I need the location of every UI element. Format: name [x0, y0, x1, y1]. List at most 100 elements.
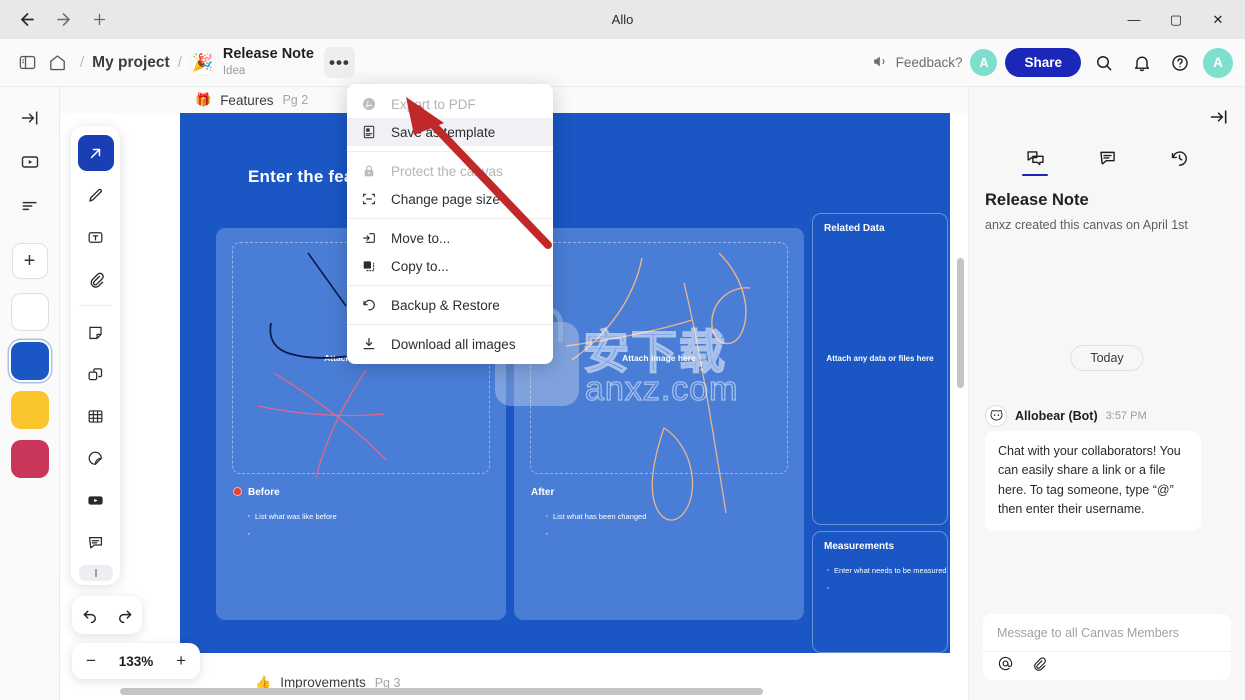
panel-toggle-icon[interactable] [12, 48, 42, 78]
related-data-heading[interactable]: Related Data [824, 223, 885, 234]
tool-panel-drag-handle[interactable] [78, 565, 113, 581]
page-title: Release Note [222, 46, 314, 63]
page-thumb-white[interactable] [10, 293, 49, 331]
search-icon[interactable] [1089, 48, 1119, 78]
close-button[interactable]: ✕ [1197, 1, 1239, 39]
menu-item-copy-to[interactable]: Copy to... [347, 252, 553, 280]
tab-comments[interactable] [1085, 140, 1129, 176]
cursor-arrow-icon[interactable] [77, 135, 114, 171]
zoom-level-label: 133% [118, 653, 154, 669]
shapes-icon[interactable] [78, 356, 114, 392]
header-actions: Feedback? A Share A [872, 47, 1233, 78]
canvas-horizontal-scrollbar[interactable] [120, 688, 763, 695]
zoom-in-button[interactable]: + [176, 651, 186, 671]
copy-to-icon [360, 258, 378, 274]
menu-item-label: Protect the canvas [391, 163, 503, 179]
megaphone-icon [872, 53, 889, 73]
add-page-button[interactable]: + [11, 243, 48, 279]
tab-chat[interactable] [1013, 140, 1057, 176]
measurements-heading[interactable]: Measurements [824, 541, 894, 552]
collapse-right-panel-icon[interactable] [1209, 107, 1229, 132]
right-chat-panel: Release Note anxz created this canvas on… [968, 87, 1245, 700]
at-mention-icon[interactable] [997, 655, 1014, 677]
before-heading[interactable]: Before [248, 487, 280, 498]
list-item[interactable]: List what has been changed [544, 510, 646, 522]
table-grid-icon[interactable] [78, 398, 114, 434]
notification-bell-icon[interactable] [1127, 48, 1157, 78]
after-image-dropzone[interactable]: Attach image here [530, 242, 788, 474]
list-item[interactable]: Enter what needs to be measured [825, 564, 947, 576]
collaborator-avatar[interactable]: A [970, 49, 998, 76]
menu-item-export-to-pdf[interactable]: Export to PDF [347, 90, 553, 118]
minimize-button[interactable]: — [1113, 1, 1155, 39]
breadcrumb-project[interactable]: My project [92, 54, 170, 72]
more-options-button[interactable]: ••• [323, 47, 355, 78]
party-popper-icon: 🎉 [189, 49, 216, 76]
breadcrumb-separator-2: / [177, 54, 182, 71]
tab-history[interactable] [1157, 140, 1201, 176]
forward-arrow-icon[interactable] [46, 5, 80, 35]
lock-icon [360, 163, 378, 179]
youtube-icon[interactable] [78, 482, 114, 518]
measurements-bullet-list[interactable]: Enter what needs to be measured [825, 564, 947, 594]
list-item[interactable]: List what was like before [246, 510, 337, 522]
arrow-to-line-icon[interactable] [13, 101, 47, 135]
panel-subtitle: anxz created this canvas on April 1st [985, 218, 1188, 232]
plus-icon[interactable] [82, 5, 116, 35]
feedback-label: Feedback? [895, 55, 963, 70]
menu-item-save-as-template[interactable]: Save as template [347, 118, 553, 146]
measurements-card[interactable]: Measurements Enter what needs to be meas… [812, 531, 948, 653]
sticker-icon[interactable] [78, 440, 114, 476]
back-arrow-icon[interactable] [10, 5, 44, 35]
after-card[interactable]: Attach image here After List what has be… [514, 228, 804, 620]
help-circle-icon[interactable] [1165, 48, 1195, 78]
pen-icon[interactable] [78, 177, 114, 213]
paperclip-icon[interactable] [1030, 655, 1047, 677]
zoom-out-button[interactable]: − [86, 651, 96, 671]
menu-item-change-page-size[interactable]: Change page size [347, 185, 553, 213]
message-input[interactable]: Message to all Canvas Members [983, 614, 1231, 652]
menu-item-download-all-images[interactable]: Download all images [347, 330, 553, 358]
left-rail: + [0, 87, 60, 700]
undo-redo-group [72, 596, 142, 634]
page-thumb-blue[interactable] [10, 342, 49, 380]
outline-list-icon[interactable] [13, 189, 47, 223]
menu-item-label: Backup & Restore [391, 297, 500, 313]
feedback-button[interactable]: Feedback? [872, 53, 963, 73]
profile-avatar[interactable]: A [1203, 47, 1233, 78]
menu-item-move-to[interactable]: Move to... [347, 224, 553, 252]
comment-icon[interactable] [78, 524, 114, 560]
maximize-button[interactable]: ▢ [1155, 1, 1197, 39]
paperclip-icon[interactable] [78, 261, 114, 297]
after-heading[interactable]: After [531, 487, 554, 498]
restore-icon [360, 297, 378, 313]
redo-arrow-icon[interactable] [116, 606, 134, 624]
composer-tools [983, 652, 1231, 680]
text-box-icon[interactable] [78, 219, 114, 255]
menu-item-backup-and-restore[interactable]: Backup & Restore [347, 291, 553, 319]
page-thumb-yellow[interactable] [10, 391, 49, 429]
before-bullet-list[interactable]: List what was like before [246, 510, 337, 540]
after-bullet-list[interactable]: List what has been changed [544, 510, 646, 540]
window-title-bar: Allo — ▢ ✕ [0, 0, 1245, 39]
page-thumb-red[interactable] [10, 440, 49, 478]
note-icon[interactable] [78, 314, 114, 350]
zoom-control: − 133% + [72, 643, 200, 679]
move-to-icon [360, 230, 378, 246]
avatar [985, 405, 1007, 427]
menu-item-protect-the-canvas[interactable]: Protect the canvas [347, 157, 553, 185]
undo-arrow-icon[interactable] [81, 606, 99, 624]
panel-title: Release Note [985, 191, 1089, 209]
home-icon[interactable] [42, 48, 72, 78]
canvas-page[interactable]: Enter the feature name Attach image here… [180, 113, 950, 653]
canvas-vertical-scrollbar[interactable] [957, 258, 964, 388]
share-button[interactable]: Share [1005, 48, 1081, 77]
related-data-card[interactable]: Related Data Attach any data or files he… [812, 213, 948, 525]
tab-label: Features [220, 92, 274, 108]
resize-frame-icon [360, 191, 378, 207]
menu-item-label: Download all images [391, 336, 516, 352]
related-data-body[interactable]: Attach any data or files here [813, 354, 947, 363]
window-controls: — ▢ ✕ [1113, 1, 1245, 39]
message-composer: Message to all Canvas Members [983, 614, 1231, 680]
presentation-icon[interactable] [13, 145, 47, 179]
